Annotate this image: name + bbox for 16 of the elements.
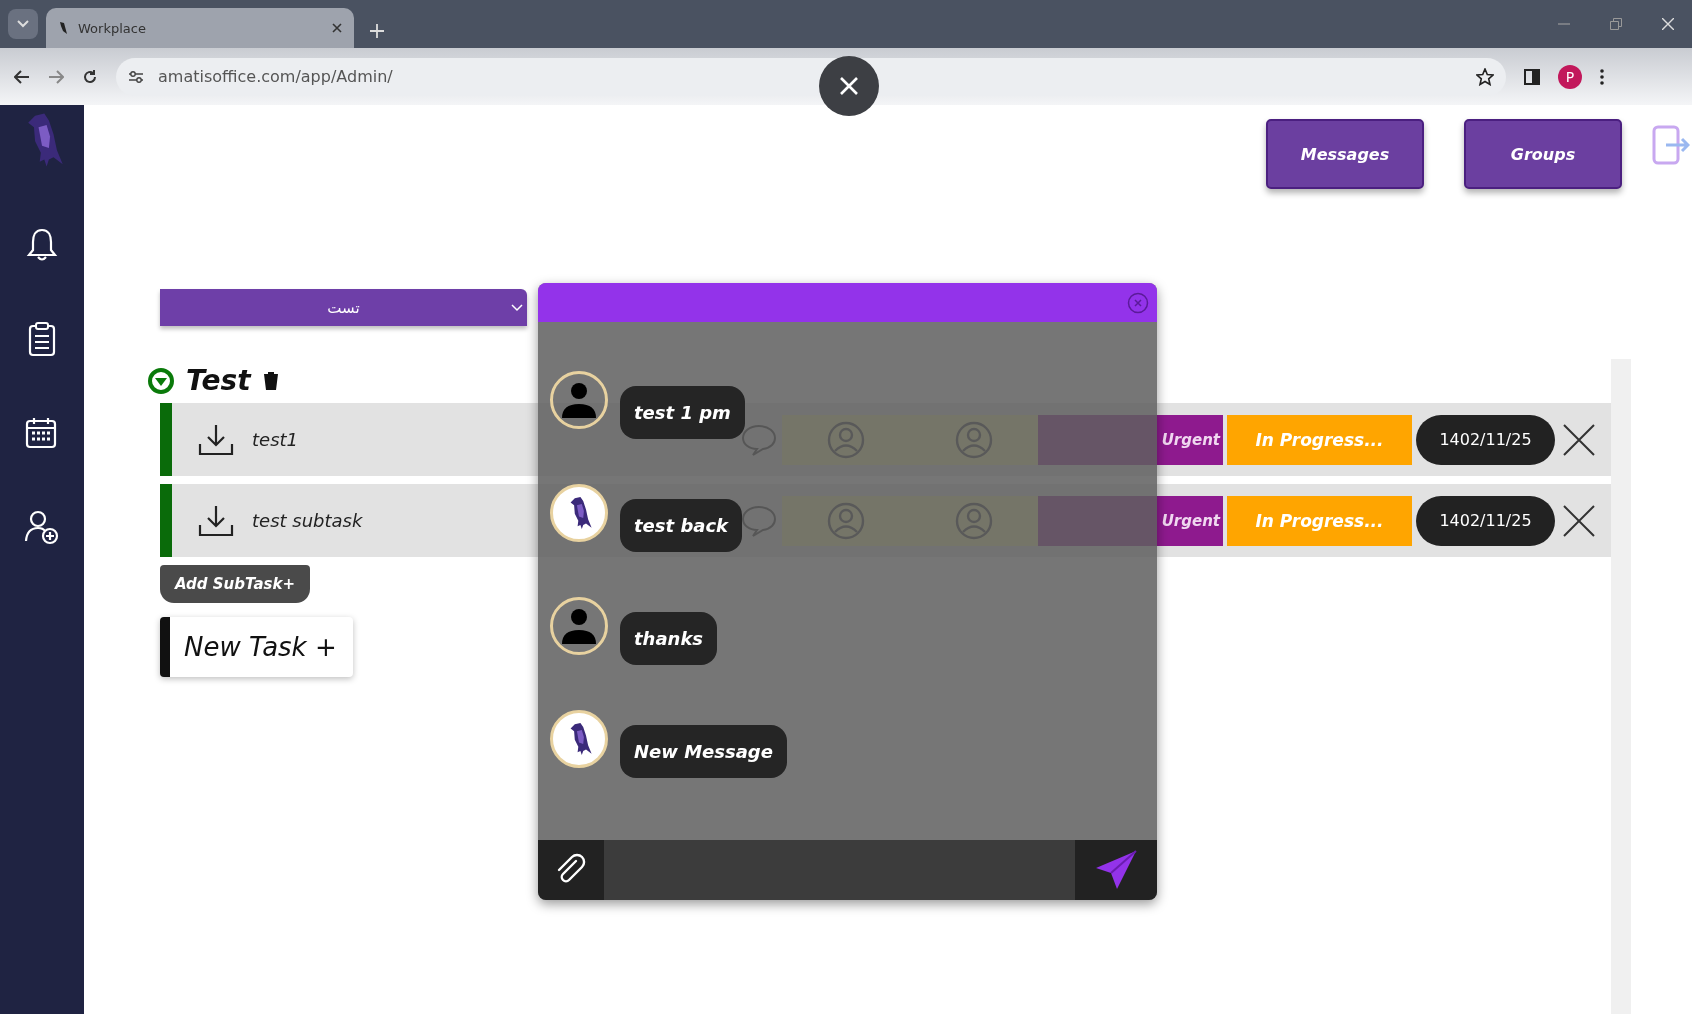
profile-avatar[interactable]: P: [1558, 64, 1582, 89]
header-button[interactable]: Groups: [1464, 119, 1622, 189]
date-pill: 1402/11/25: [1416, 414, 1555, 465]
task-title: Test: [186, 364, 251, 397]
subtask-name: test1: [252, 429, 299, 450]
header-button[interactable]: Messages: [1266, 119, 1424, 189]
project-dropdown[interactable]: تست: [160, 289, 527, 326]
date-pill: 1402/11/25: [1416, 495, 1555, 546]
add-subtask-button[interactable]: Add SubTask+: [160, 565, 310, 603]
message-bubble: New Message: [620, 725, 787, 778]
message-bubble: test 1 pm: [620, 386, 745, 439]
new-task-button[interactable]: New Task +: [160, 617, 353, 677]
subtask-name: test subtask: [252, 510, 363, 531]
message-bubble: test back: [620, 499, 743, 552]
message-bubble: thanks: [620, 612, 718, 665]
browser-tab[interactable]: Workplace: [46, 8, 354, 48]
